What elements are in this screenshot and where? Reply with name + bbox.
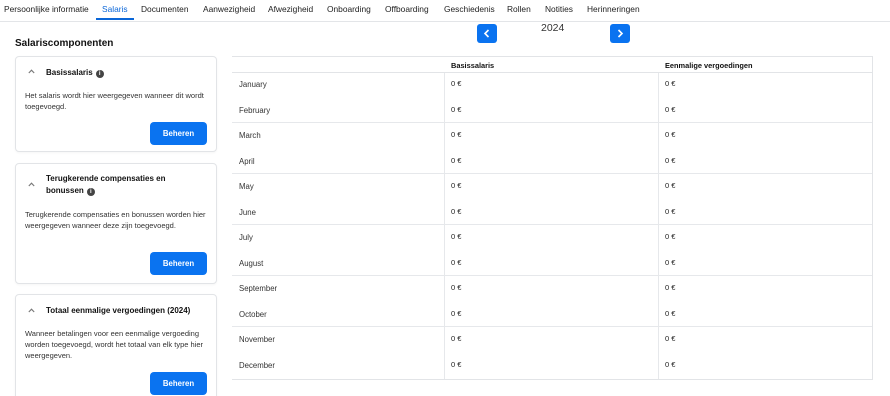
basissalaris-cell: 0 € [451,79,462,88]
tab-persoonlijke-informatie[interactable]: Persoonlijke informatie [4,4,89,14]
basissalaris-cell: 0 € [451,283,462,292]
month-cell: December [239,360,275,370]
basissalaris-cell: 0 € [451,359,462,369]
tab-herinneringen[interactable]: Herinneringen [587,4,640,14]
chevron-left-icon [483,29,490,38]
tab-documenten[interactable]: Documenten [141,4,189,14]
card-description: Terugkerende compensaties en bonussen wo… [25,210,206,230]
card-description: Wanneer betalingen voor een eenmalige ve… [25,329,204,360]
basissalaris-cell: 0 € [451,232,462,241]
previous-year-button[interactable] [477,24,497,43]
salary-table: Basissalaris Eenmalige vergoedingen Janu… [232,56,873,380]
basissalaris-cell: 0 € [451,334,462,343]
basissalaris-cell: 0 € [451,257,462,267]
tab-aanwezigheid[interactable]: Aanwezigheid [203,4,255,14]
card-description: Het salaris wordt hier weergegeven wanne… [25,91,204,111]
info-icon[interactable]: i [86,187,95,196]
month-cell: August [239,258,264,268]
year-label: 2024 [541,22,565,34]
month-cell: September [239,284,278,293]
tab-geschiedenis[interactable]: Geschiedenis [444,4,495,14]
card-title: Basissalaris i [46,67,104,79]
month-cell: January [239,80,267,89]
basissalaris-cell: 0 € [451,181,462,190]
header-divider [232,72,872,73]
active-tab-indicator [96,18,134,20]
tab-notities[interactable]: Notities [545,4,573,14]
tab-rollen[interactable]: Rollen [507,4,531,14]
tab-offboarding[interactable]: Offboarding [385,4,429,14]
eenmalige-vergoedingen-cell: 0 € [665,130,676,139]
month-cell: November [239,335,275,344]
card-title: Totaal eenmalige vergoedingen (2024) [46,306,191,315]
row-divider [232,173,872,174]
next-year-button[interactable] [610,24,630,43]
eenmalige-vergoedingen-cell: 0 € [665,206,676,216]
eenmalige-vergoedingen-cell: 0 € [665,308,676,318]
chevron-up-icon[interactable] [28,306,35,315]
eenmalige-vergoedingen-cell: 0 € [665,181,676,190]
month-cell: May [239,182,254,191]
row-divider [232,224,872,225]
month-cell: April [239,156,255,166]
card-title: Terugkerende compensaties en bonussen i [46,174,166,196]
column-divider [444,73,445,379]
tab-afwezigheid[interactable]: Afwezigheid [268,4,313,14]
chevron-right-icon [617,29,624,38]
tab-onboarding[interactable]: Onboarding [327,4,371,14]
basissalaris-cell: 0 € [451,130,462,139]
tab-bar: Persoonlijke informatie Salaris Document… [0,0,890,22]
section-title: Salariscomponenten [15,38,114,49]
month-cell: July [239,233,253,242]
month-cell: October [239,309,267,319]
eenmalige-vergoedingen-cell: 0 € [665,283,676,292]
tab-salaris[interactable]: Salaris [102,4,128,14]
month-cell: June [239,207,256,217]
basissalaris-cell: 0 € [451,155,462,165]
eenmalige-vergoedingen-cell: 0 € [665,232,676,241]
month-cell: February [239,105,271,115]
basissalaris-cell: 0 € [451,308,462,318]
basissalaris-cell: 0 € [451,206,462,216]
manage-button[interactable]: Beheren [150,252,207,275]
manage-button[interactable]: Beheren [150,372,207,395]
column-divider [658,73,659,379]
eenmalige-vergoedingen-cell: 0 € [665,359,676,369]
row-divider [232,275,872,276]
chevron-up-icon[interactable] [28,67,35,76]
column-header-basissalaris: Basissalaris [451,61,495,70]
card-basissalaris: Basissalaris i Het salaris wordt hier wee… [15,56,217,152]
row-divider [232,122,872,123]
basissalaris-cell: 0 € [451,104,462,114]
eenmalige-vergoedingen-cell: 0 € [665,257,676,267]
manage-button[interactable]: Beheren [150,122,207,145]
card-terugkerende-compensaties: Terugkerende compensaties en bonussen i T… [15,163,217,284]
info-icon[interactable]: i [95,70,104,78]
card-totaal-eenmalige-vergoedingen: Totaal eenmalige vergoedingen (2024) Wan… [15,294,217,396]
chevron-up-icon[interactable] [28,180,35,189]
eenmalige-vergoedingen-cell: 0 € [665,104,676,114]
eenmalige-vergoedingen-cell: 0 € [665,155,676,165]
row-divider [232,326,872,327]
month-cell: March [239,131,261,140]
eenmalige-vergoedingen-cell: 0 € [665,334,676,343]
eenmalige-vergoedingen-cell: 0 € [665,79,676,88]
column-header-eenmalige-vergoedingen: Eenmalige vergoedingen [665,61,753,70]
